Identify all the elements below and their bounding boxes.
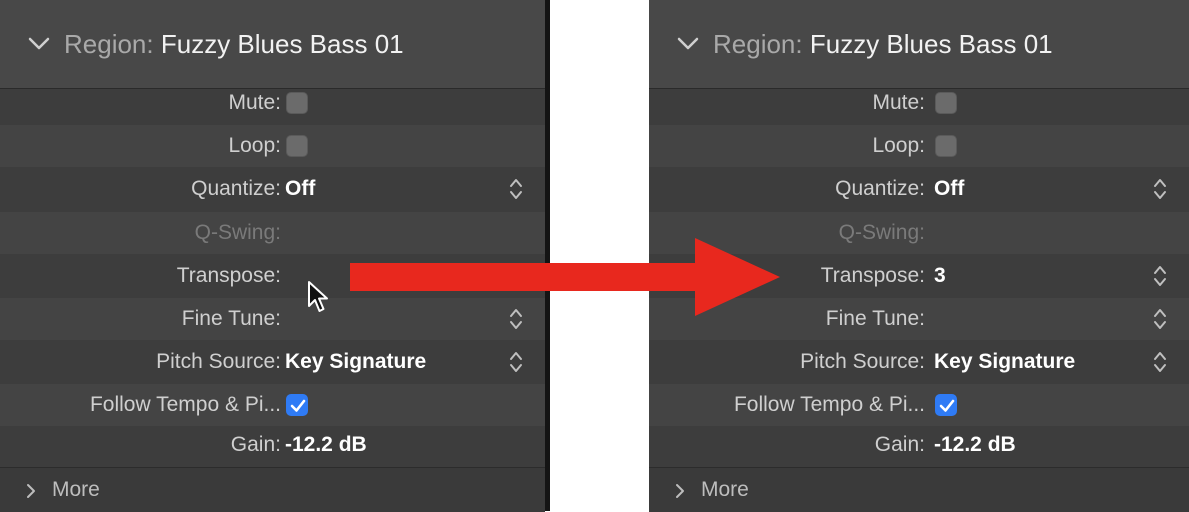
loop-checkbox[interactable] <box>935 135 957 157</box>
checkmark-icon <box>939 399 955 412</box>
gain-label: Gain: <box>874 433 925 456</box>
region-name: Fuzzy Blues Bass 01 <box>160 29 404 59</box>
follow-tempo-row: Follow Tempo & Pi... <box>649 384 1189 426</box>
gain-row[interactable]: Gain: -12.2 dB <box>0 424 545 466</box>
pitchsource-value[interactable]: Key Signature <box>934 341 1075 383</box>
more-label: More <box>701 478 749 501</box>
loop-label: Loop: <box>872 134 925 157</box>
up-down-stepper-icon[interactable] <box>1153 307 1167 331</box>
loop-checkbox[interactable] <box>286 135 308 157</box>
more-disclosure[interactable]: More <box>0 467 545 512</box>
quantize-label: Quantize: <box>191 177 281 200</box>
pitchsource-label: Pitch Source: <box>156 350 281 373</box>
quantize-row[interactable]: Quantize: Off <box>0 168 545 210</box>
up-down-stepper-icon[interactable] <box>509 350 523 374</box>
transpose-label: Transpose: <box>820 264 925 287</box>
more-label: More <box>52 478 100 501</box>
quantize-row[interactable]: Quantize: Off <box>649 168 1189 210</box>
region-prefix: Region: <box>64 29 154 59</box>
region-header[interactable]: Region: Fuzzy Blues Bass 01 <box>0 0 545 89</box>
follow-tempo-checkbox[interactable] <box>935 394 957 416</box>
chevron-down-icon[interactable] <box>27 36 51 52</box>
up-down-stepper-icon[interactable] <box>1153 350 1167 374</box>
follow-tempo-checkbox[interactable] <box>286 394 308 416</box>
mute-row: Mute: <box>0 82 545 124</box>
gain-value[interactable]: -12.2 dB <box>934 424 1016 466</box>
gain-value[interactable]: -12.2 dB <box>285 424 367 466</box>
region-name: Fuzzy Blues Bass 01 <box>809 29 1053 59</box>
chevron-right-icon[interactable] <box>26 483 36 499</box>
mute-label: Mute: <box>872 91 925 114</box>
mute-row: Mute: <box>649 82 1189 124</box>
up-down-stepper-icon[interactable] <box>1153 264 1167 288</box>
up-down-stepper-icon[interactable] <box>1153 177 1167 201</box>
loop-row: Loop: <box>649 125 1189 167</box>
region-prefix: Region: <box>713 29 803 59</box>
follow-tempo-row: Follow Tempo & Pi... <box>0 384 545 426</box>
qswing-label: Q-Swing: <box>838 221 925 244</box>
mute-label: Mute: <box>228 91 281 114</box>
transpose-value[interactable]: 3 <box>934 255 946 297</box>
qswing-label: Q-Swing: <box>194 221 281 244</box>
transpose-label: Transpose: <box>176 264 281 287</box>
region-title: Region: Fuzzy Blues Bass 01 <box>713 27 1053 61</box>
up-down-stepper-icon[interactable] <box>509 177 523 201</box>
quantize-value[interactable]: Off <box>934 168 964 210</box>
chevron-down-icon[interactable] <box>676 36 700 52</box>
loop-label: Loop: <box>228 134 281 157</box>
follow-tempo-label: Follow Tempo & Pi... <box>733 393 925 416</box>
finetune-label: Fine Tune: <box>825 307 925 330</box>
finetune-label: Fine Tune: <box>181 307 281 330</box>
region-title: Region: Fuzzy Blues Bass 01 <box>64 27 404 61</box>
pitchsource-value[interactable]: Key Signature <box>285 341 426 383</box>
mute-checkbox[interactable] <box>935 92 957 114</box>
quantize-value[interactable]: Off <box>285 168 315 210</box>
gain-label: Gain: <box>230 433 281 456</box>
red-arrow-icon <box>350 238 780 316</box>
region-header[interactable]: Region: Fuzzy Blues Bass 01 <box>649 0 1189 89</box>
pitchsource-row[interactable]: Pitch Source: Key Signature <box>0 341 545 383</box>
more-disclosure[interactable]: More <box>649 467 1189 512</box>
loop-row: Loop: <box>0 125 545 167</box>
mouse-pointer-icon <box>308 281 328 312</box>
follow-tempo-label: Follow Tempo & Pi... <box>89 393 281 416</box>
pitchsource-row[interactable]: Pitch Source: Key Signature <box>649 341 1189 383</box>
quantize-label: Quantize: <box>835 177 925 200</box>
pitchsource-label: Pitch Source: <box>800 350 925 373</box>
checkmark-icon <box>290 399 306 412</box>
chevron-right-icon[interactable] <box>675 483 685 499</box>
mute-checkbox[interactable] <box>286 92 308 114</box>
gain-row[interactable]: Gain: -12.2 dB <box>649 424 1189 466</box>
